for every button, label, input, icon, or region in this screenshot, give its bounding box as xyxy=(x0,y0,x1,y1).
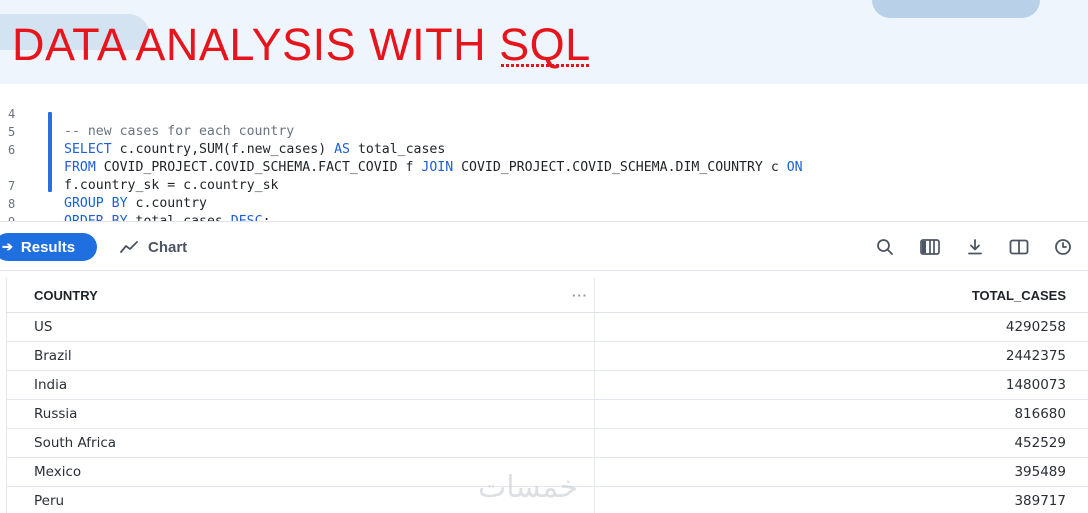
search-icon[interactable] xyxy=(875,237,895,257)
results-toolbar: ➔ Results Chart xyxy=(0,221,1088,271)
cell-total-cases: 452529 xyxy=(1014,434,1066,451)
table-row: South Africa 452529 xyxy=(6,428,1088,458)
table-header-row: COUNTRY ··· TOTAL_CASES xyxy=(6,278,1088,313)
table-row: India 1480073 xyxy=(6,370,1088,400)
decorative-cloud-right xyxy=(872,0,1040,18)
code-text: GROUP BY c.country xyxy=(64,196,207,211)
snowflake-worksheet-panel: 4 -- new cases for each country 5 SELECT… xyxy=(0,84,1088,513)
cell-total-cases: 816680 xyxy=(1014,405,1066,422)
cell-country: Brazil xyxy=(34,347,72,364)
table-row: Russia 816680 xyxy=(6,399,1088,429)
table-row: US 4290258 xyxy=(6,312,1088,342)
edited-lines-marker xyxy=(48,112,52,192)
cell-country: Russia xyxy=(34,405,78,422)
code-text: FROM COVID_PROJECT.COVID_SCHEMA.FACT_COV… xyxy=(64,160,803,175)
cell-total-cases: 1480073 xyxy=(1005,376,1066,393)
slide-title-sql: SQL xyxy=(499,19,591,70)
code-comment: -- new cases for each country xyxy=(64,124,295,139)
editor-line: 4 -- new cases for each country xyxy=(0,87,294,139)
editor-line: 6 FROM COVID_PROJECT.COVID_SCHEMA.FACT_C… xyxy=(0,123,803,175)
editor-line: 8 ORDER BY total_cases DESC; xyxy=(0,177,271,229)
editor-line: f.country_sk = c.country_sk xyxy=(0,141,278,193)
editor-line: 5 SELECT c.country,SUM(f.new_cases) AS t… xyxy=(0,105,445,157)
cell-country: US xyxy=(34,318,53,335)
cell-total-cases: 2442375 xyxy=(1005,347,1066,364)
slide-title: DATA ANALYSIS WITH SQL xyxy=(12,15,591,75)
watermark: خمسات xyxy=(478,470,579,505)
history-icon[interactable] xyxy=(1053,237,1073,257)
editor-line: 0 xyxy=(0,211,48,221)
code-text: SELECT c.country,SUM(f.new_cases) AS tot… xyxy=(64,142,446,157)
columns-icon[interactable] xyxy=(920,237,940,257)
download-icon[interactable] xyxy=(965,237,985,257)
trend-line-icon xyxy=(120,241,138,253)
tab-results[interactable]: ➔ Results xyxy=(0,233,97,261)
tab-results-label: Results xyxy=(20,238,76,256)
slide-title-main: DATA ANALYSIS WITH xyxy=(12,19,500,70)
split-view-icon[interactable] xyxy=(1009,237,1029,257)
column-menu-icon[interactable]: ··· xyxy=(572,278,588,312)
editor-line: 7 GROUP BY c.country xyxy=(0,159,207,211)
table-row: Brazil 2442375 xyxy=(6,341,1088,371)
tab-chart[interactable]: Chart xyxy=(120,233,187,261)
tab-chart-label: Chart xyxy=(148,238,188,256)
column-header-country[interactable]: COUNTRY xyxy=(34,278,98,312)
cell-country: India xyxy=(34,376,68,393)
cell-country: Mexico xyxy=(34,463,82,480)
column-header-total-cases[interactable]: TOTAL_CASES xyxy=(972,278,1066,312)
code-text: f.country_sk = c.country_sk xyxy=(64,178,279,193)
cell-country: Peru xyxy=(34,492,65,509)
sql-editor[interactable]: 4 -- new cases for each country 5 SELECT… xyxy=(0,84,1088,229)
cell-country: South Africa xyxy=(34,434,117,451)
cell-total-cases: 395489 xyxy=(1014,463,1066,480)
cell-total-cases: 389717 xyxy=(1014,492,1066,509)
arrow-right-icon: ➔ xyxy=(2,239,13,254)
cell-total-cases: 4290258 xyxy=(1005,318,1066,335)
